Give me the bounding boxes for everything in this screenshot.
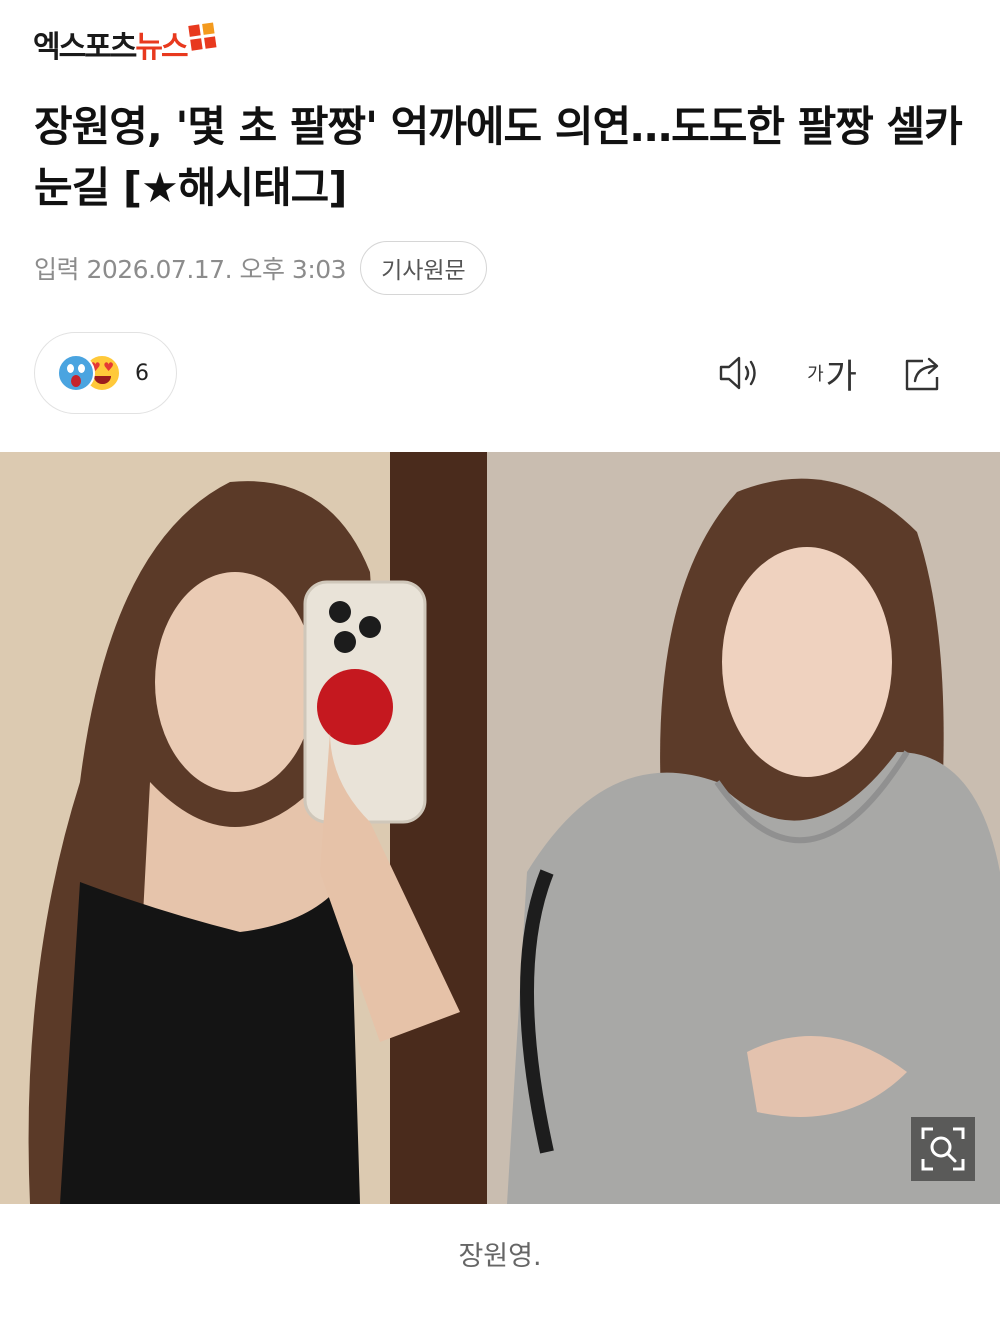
shocked-emoji-icon xyxy=(57,354,95,392)
logo-wordmark: 엑스포츠뉴스 xyxy=(33,30,189,65)
zoom-icon[interactable] xyxy=(911,1117,975,1181)
photo-left-selfie xyxy=(0,452,487,1204)
font-size-large-label: 가 xyxy=(825,356,857,397)
photo-right-hoodie xyxy=(487,452,1000,1204)
article-title: 장원영, '몇 초 팔짱' 억까에도 의연…도도한 팔짱 셀카 눈길 [★해시태… xyxy=(34,102,963,212)
font-size-icon[interactable]: 가가 xyxy=(800,346,864,400)
reaction-button[interactable]: 6 xyxy=(34,332,177,414)
font-size-small-label: 가 xyxy=(807,364,824,385)
share-icon[interactable] xyxy=(896,346,950,400)
speaker-icon[interactable] xyxy=(712,346,766,400)
original-article-button[interactable]: 기사원문 xyxy=(360,241,487,295)
article-meta: 입력 2026.07.17. 오후 3:03 기사원문 xyxy=(34,240,487,296)
publish-date: 입력 2026.07.17. 오후 3:03 xyxy=(34,255,347,284)
site-logo[interactable]: 엑스포츠뉴스 xyxy=(33,18,217,70)
article-photo[interactable] xyxy=(0,452,1000,1204)
logo-mark-icon xyxy=(187,21,217,51)
reaction-count: 6 xyxy=(135,360,149,386)
photo-caption: 장원영. xyxy=(458,1241,542,1272)
